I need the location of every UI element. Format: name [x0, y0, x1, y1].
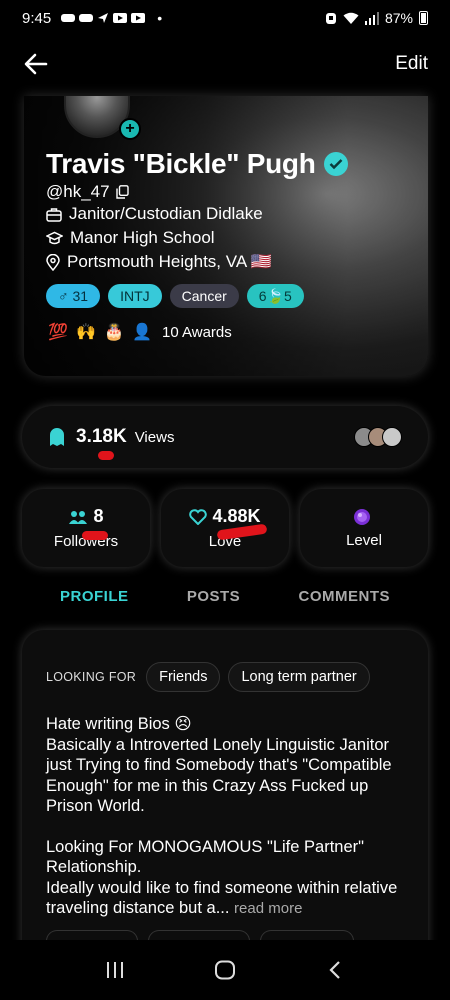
heart-icon — [189, 508, 208, 525]
views-count: 3.18K — [76, 426, 127, 447]
viewer-avatar — [382, 427, 402, 447]
love-count: 4.88K — [212, 506, 261, 526]
verified-icon — [323, 152, 348, 176]
zodiac-tag: Cancer — [169, 284, 239, 308]
back-button[interactable] — [22, 50, 50, 78]
awards-count: 10 Awards — [162, 323, 232, 341]
profile-name: Travis "Bickle" Pugh — [46, 148, 348, 180]
level-gem-icon — [353, 508, 370, 525]
award-hundred-icon: 💯 — [48, 324, 68, 341]
profile-tabs: PROFILE POSTS COMMENTS — [22, 588, 428, 605]
looking-for-chip: Long term partner — [228, 662, 370, 692]
tab-comments[interactable]: COMMENTS — [299, 588, 391, 605]
recent-viewers[interactable] — [354, 427, 402, 447]
level-label: Level — [346, 531, 382, 549]
award-cake-icon: 🎂 — [104, 324, 124, 341]
signal-icon — [364, 11, 379, 25]
back-nav-button[interactable] — [315, 950, 355, 990]
tab-profile[interactable]: PROFILE — [60, 588, 129, 605]
profile-handle: @hk_47 — [46, 182, 129, 202]
followers-stat[interactable]: 8 Followers — [22, 489, 150, 567]
bio-paragraph: Looking For MONOGAMOUS "Life Partner" Re… — [46, 837, 398, 918]
add-photo-icon[interactable]: + — [119, 118, 141, 140]
male-icon: ♂ — [58, 288, 69, 304]
chevron-left-icon — [329, 961, 340, 979]
job-line: Janitor/Custodian Didlake — [46, 204, 263, 224]
redaction-mark — [98, 451, 114, 460]
battery-icon — [419, 11, 428, 25]
gender-age-tag: ♂ 31 — [46, 284, 101, 308]
level-stat[interactable]: Level — [300, 489, 428, 567]
extra-tag: 6🍃5 — [246, 284, 304, 308]
top-bar: Edit — [0, 38, 450, 90]
mbti-tag: INTJ — [108, 284, 162, 308]
home-button[interactable] — [205, 950, 245, 990]
profile-tags: ♂ 31 INTJ Cancer 6🍃5 — [46, 284, 304, 308]
love-stat[interactable]: 4.88K Love — [161, 489, 289, 567]
location-line: Portsmouth Heights, VA 🇺🇸 — [46, 252, 272, 272]
award-bag-icon: 👤 — [132, 324, 152, 341]
edit-button[interactable]: Edit — [395, 53, 428, 75]
profile-hero-card: + Travis "Bickle" Pugh @hk_47 Janitor/Cu… — [24, 96, 428, 376]
redaction-mark — [82, 531, 108, 540]
alarm-icon — [325, 13, 336, 24]
handle-text: @hk_47 — [46, 182, 110, 201]
followers-icon — [69, 510, 88, 524]
system-nav-bar — [0, 940, 450, 1000]
back-arrow-icon — [24, 53, 48, 75]
school-line: Manor High School — [46, 228, 215, 248]
status-bar: 9:45 • 87% — [0, 0, 450, 36]
wifi-icon — [343, 12, 359, 24]
school-text: Manor High School — [70, 228, 215, 247]
recents-button[interactable] — [95, 950, 135, 990]
looking-for-row: LOOKING FOR Friends Long term partner — [46, 662, 404, 692]
recents-icon — [107, 962, 123, 978]
views-card[interactable]: 3.18K Views — [22, 406, 428, 468]
location-pin-icon — [46, 253, 60, 271]
looking-for-chip: Friends — [146, 662, 221, 692]
copy-icon[interactable] — [115, 185, 129, 199]
award-hands-icon: 🙌 — [76, 324, 96, 341]
views-label: Views — [134, 428, 175, 446]
job-text: Janitor/Custodian Didlake — [69, 204, 263, 223]
awards-row[interactable]: 💯 🙌 🎂 👤 10 Awards — [46, 320, 232, 344]
tab-posts[interactable]: POSTS — [187, 588, 240, 605]
home-icon — [215, 960, 235, 980]
profile-details-card: LOOKING FOR Friends Long term partner Ha… — [22, 630, 428, 990]
location-text: Portsmouth Heights, VA 🇺🇸 — [67, 252, 273, 271]
read-more-link[interactable]: read more — [234, 900, 302, 917]
profile-name-text: Travis "Bickle" Pugh — [46, 148, 316, 179]
notification-icons: • — [61, 10, 162, 26]
followers-count: 8 — [93, 506, 104, 526]
battery-percent: 87% — [384, 10, 413, 26]
looking-for-label: LOOKING FOR — [46, 670, 137, 684]
briefcase-icon — [46, 207, 62, 222]
status-time: 9:45 — [22, 9, 52, 27]
bio-paragraph: Hate writing Bios 😣 Basically a Introver… — [46, 715, 392, 815]
bio-text: Hate writing Bios 😣 Basically a Introver… — [46, 714, 404, 920]
status-right: 87% — [325, 10, 428, 26]
graduation-cap-icon — [46, 231, 63, 244]
ghost-icon — [50, 428, 64, 446]
